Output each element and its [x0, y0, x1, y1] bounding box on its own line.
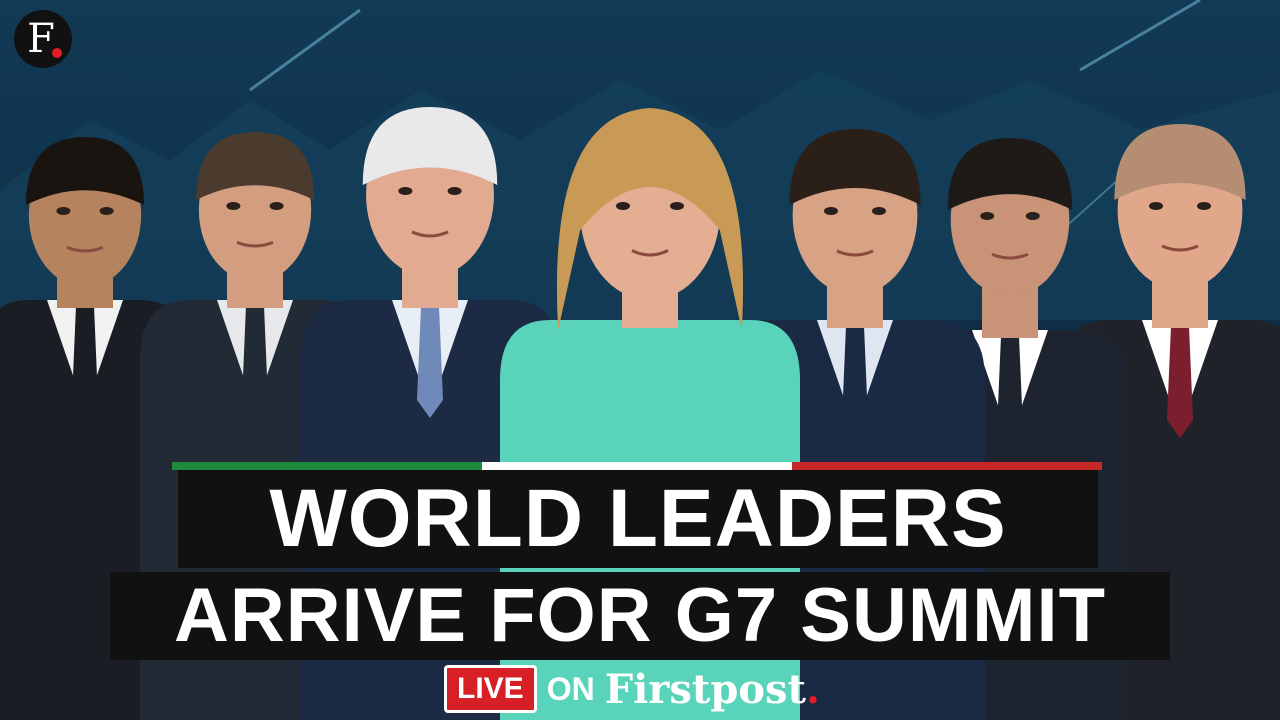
person-eye	[1197, 202, 1211, 210]
headline-line-2: ARRIVE FOR G7 SUMMIT	[110, 572, 1170, 660]
person-tie	[842, 326, 868, 438]
person-eye	[872, 207, 886, 215]
person-eye	[670, 202, 684, 210]
person-eye	[824, 207, 838, 215]
person-eye	[980, 212, 995, 220]
person-eye	[1025, 212, 1040, 220]
person-eye	[616, 202, 630, 210]
brand-dot: .	[806, 665, 820, 713]
italian-flag-stripe	[172, 462, 1102, 470]
live-badge: LIVE	[444, 665, 537, 713]
flag-green-band	[172, 462, 482, 470]
flag-white-band	[482, 462, 792, 470]
person-tie	[417, 306, 443, 418]
person-eye	[99, 207, 114, 215]
person-tie	[242, 306, 268, 418]
person-tie	[72, 306, 98, 418]
person-eye	[226, 202, 241, 210]
person-eye	[269, 202, 284, 210]
flag-red-band	[792, 462, 1102, 470]
on-text: ON	[546, 670, 595, 707]
logo-letter: F	[27, 16, 55, 62]
logo-dot-icon	[52, 48, 62, 58]
person-tie	[637, 326, 663, 438]
person-eye	[447, 187, 462, 195]
headline-line-1: WORLD LEADERS	[178, 470, 1098, 568]
person-eye	[56, 207, 71, 215]
firstpost-logo[interactable]: F	[14, 10, 72, 68]
brand-name: Firstpost.	[605, 666, 820, 713]
brand-text: Firstpost	[604, 665, 806, 713]
person-eye	[398, 187, 413, 195]
person-tie	[1167, 326, 1193, 438]
person-tie	[997, 336, 1023, 448]
footer-brand: LIVE ON Firstpost.	[444, 662, 844, 716]
person-eye	[1149, 202, 1163, 210]
